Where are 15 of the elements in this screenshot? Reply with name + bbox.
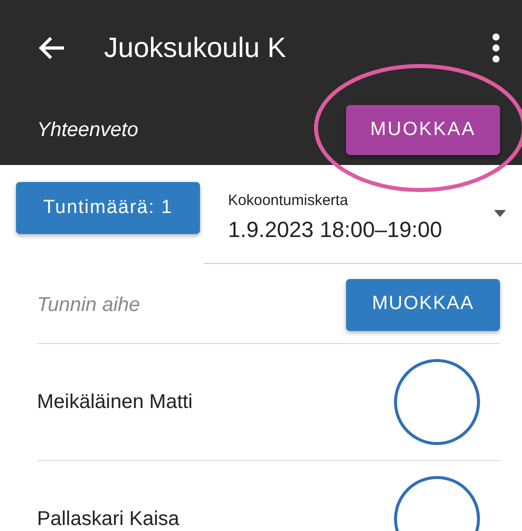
session-dropdown[interactable]: Kokoontumiskerta 1.9.2023 18:00–19:00 bbox=[204, 182, 522, 264]
screen-title: Juoksukoulu K bbox=[104, 30, 288, 64]
edit-button[interactable]: MUOKKAA bbox=[346, 278, 500, 330]
summary-label: Yhteenveto bbox=[37, 118, 138, 143]
more-icon[interactable] bbox=[492, 32, 500, 62]
hours-button[interactable]: Tuntimäärä: 1 bbox=[16, 182, 200, 234]
edit-button[interactable]: MUOKKAA bbox=[346, 105, 500, 155]
back-icon[interactable] bbox=[38, 36, 66, 60]
dropdown-value: 1.9.2023 18:00–19:00 bbox=[228, 216, 442, 244]
topic-field[interactable]: Tunnin aihe bbox=[37, 290, 330, 320]
attendance-toggle[interactable] bbox=[394, 359, 480, 445]
dropdown-label: Kokoontumiskerta bbox=[228, 191, 350, 211]
caret-icon bbox=[494, 210, 506, 217]
participant-name: Pallaskari Kaisa bbox=[37, 507, 180, 531]
participant-name: Meikäläinen Matti bbox=[37, 390, 193, 415]
